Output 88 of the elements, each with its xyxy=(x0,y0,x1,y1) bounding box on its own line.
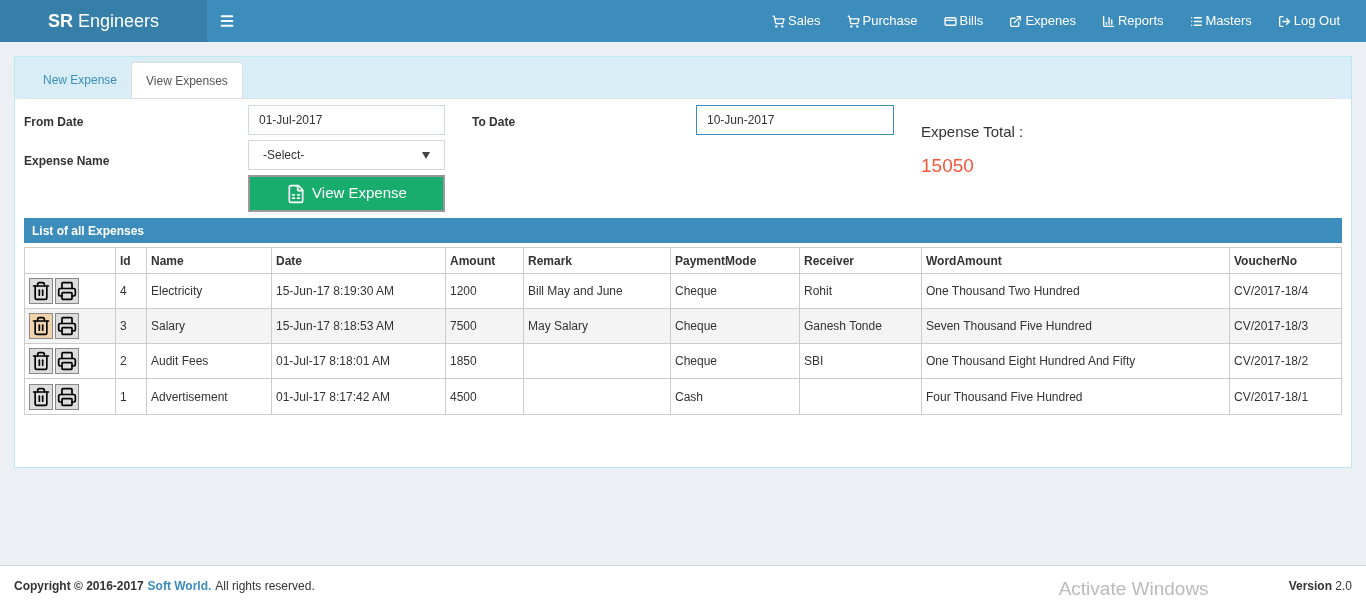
table-cell-text: CV/2017-18/3 xyxy=(1234,318,1309,335)
column-header: VoucherNo xyxy=(1229,248,1343,273)
report-icon xyxy=(286,183,307,204)
column-header: Name xyxy=(146,248,271,273)
column-header: PaymentMode xyxy=(670,248,799,273)
list-icon xyxy=(1189,14,1203,28)
print-button[interactable] xyxy=(55,278,79,304)
table-cell-text: 15-Jun-17 8:18:53 AM xyxy=(276,318,395,335)
table-cell-text: Advertisement xyxy=(151,388,228,406)
select-field[interactable]: -Select- xyxy=(248,140,445,170)
nav-link[interactable]: Sales xyxy=(772,11,821,31)
delete-button[interactable] xyxy=(29,278,53,304)
table-cell-text: CV/2017-18/1 xyxy=(1234,388,1309,406)
table-cell-text: One Thousand Eight Hundred And Fifty xyxy=(926,353,1136,370)
table-cell-text: 2 xyxy=(120,353,127,370)
version-text: Version 2.0 xyxy=(1288,577,1352,595)
column-header: Receiver xyxy=(799,248,921,273)
table-cell-text: CV/2017-18/2 xyxy=(1234,353,1309,370)
print-button[interactable] xyxy=(55,348,79,374)
dropdown-icon xyxy=(422,151,430,159)
field-label: From Date xyxy=(24,114,85,131)
activation-notice: Activate Windows xyxy=(1058,577,1209,602)
table-cell-text: 01-Jul-17 8:17:42 AM xyxy=(276,388,391,406)
delete-button[interactable] xyxy=(29,383,53,410)
cart-icon xyxy=(846,14,860,28)
logout-icon xyxy=(1277,14,1291,28)
menu-icon[interactable] xyxy=(219,13,235,29)
column-header: WordAmount xyxy=(921,248,1229,273)
table-cell-text: SBI xyxy=(804,353,824,370)
table-cell-text: Rohit xyxy=(804,283,832,300)
table-cell-text: 7500 xyxy=(450,318,477,335)
column-header: Date xyxy=(271,248,445,273)
copyright-text: Copyright © 2016-2017 xyxy=(14,577,144,595)
print-button[interactable] xyxy=(55,313,79,339)
table-cell-text: Salary xyxy=(151,318,185,335)
table-cell-text: Four Thousand Five Hundred xyxy=(926,388,1083,406)
view-expense-button[interactable]: View Expense xyxy=(248,175,445,212)
table-cell-text: 1200 xyxy=(450,283,477,300)
date-field[interactable]: 01-Jul-2017 xyxy=(248,105,445,135)
tab[interactable]: View Expenses xyxy=(131,62,243,98)
external-icon xyxy=(1009,14,1023,28)
table-cell-text: 1 xyxy=(120,388,127,406)
field-label: To Date xyxy=(472,114,517,131)
table-row[interactable]: 3 Salary 15-Jun-17 8:18:53 AM 7500 May Salary Cheque Ganesh Tonde Seven Thousand Five Hundred CV/2017-18/3 xyxy=(25,309,1341,344)
nav-link[interactable]: Expenes xyxy=(1009,11,1076,31)
cart-icon xyxy=(772,14,786,28)
table-cell-text: 3 xyxy=(120,318,127,335)
nav-link[interactable]: Masters xyxy=(1189,11,1252,31)
table-cell-text: 1850 xyxy=(450,353,477,370)
card-icon xyxy=(943,14,957,28)
table-cell-text: 4 xyxy=(120,283,127,300)
column-header: Id xyxy=(115,248,146,273)
table-cell-text: Cash xyxy=(675,388,703,406)
table-cell-text: Ganesh Tonde xyxy=(804,318,882,335)
table-cell-text: Cheque xyxy=(675,283,718,300)
table-cell-text: Cheque xyxy=(675,318,718,335)
table-row[interactable]: 4 Electricity 15-Jun-17 8:19:30 AM 1200 Bill May and June Cheque Rohit One Thousand Two Hundred CV/2017-18/4 xyxy=(25,274,1341,309)
nav-link[interactable]: Purchase xyxy=(846,11,918,31)
brand-logo[interactable]: SR Engineers xyxy=(0,0,207,42)
table-cell-text: Electricity xyxy=(151,283,203,300)
field-label: Expense Name xyxy=(24,153,111,170)
column-header: Amount xyxy=(445,248,523,273)
nav-link[interactable]: Reports xyxy=(1101,11,1164,31)
table-cell-text: 4500 xyxy=(450,388,477,406)
table-cell-text: CV/2017-18/4 xyxy=(1234,283,1309,300)
nav-link[interactable]: Bills xyxy=(943,11,984,31)
table-title: List of all Expenses xyxy=(24,218,1342,243)
rights-text: All rights reserved. xyxy=(215,577,315,595)
table-cell-text: Audit Fees xyxy=(151,353,209,370)
delete-button[interactable] xyxy=(29,313,53,339)
table-cell-text: Seven Thousand Five Hundred xyxy=(926,318,1092,335)
table-row[interactable]: 2 Audit Fees 01-Jul-17 8:18:01 AM 1850 Cheque SBI One Thousand Eight Hundred And Fifty CV/2017-18/2 xyxy=(25,344,1341,379)
company-link[interactable]: Soft World. xyxy=(147,576,212,595)
table-cell-text: May Salary xyxy=(528,318,589,335)
table-cell-text: Cheque xyxy=(675,353,718,370)
chart-icon xyxy=(1101,14,1115,28)
delete-button[interactable] xyxy=(29,348,53,374)
table-cell-text: Bill May and June xyxy=(528,283,623,300)
print-button[interactable] xyxy=(55,383,79,410)
total-label: Expense Total : xyxy=(921,122,1024,142)
table-cell-text: 15-Jun-17 8:19:30 AM xyxy=(276,283,395,300)
column-header: Remark xyxy=(523,248,670,273)
table-cell-text: 01-Jul-17 8:18:01 AM xyxy=(276,353,391,370)
date-field[interactable]: 10-Jun-2017 xyxy=(696,105,894,135)
table-cell-text: One Thousand Two Hundred xyxy=(926,283,1080,300)
tab[interactable]: New Expense xyxy=(29,62,132,98)
nav-link[interactable]: Log Out xyxy=(1277,11,1340,31)
total-value: 15050 xyxy=(921,153,975,178)
